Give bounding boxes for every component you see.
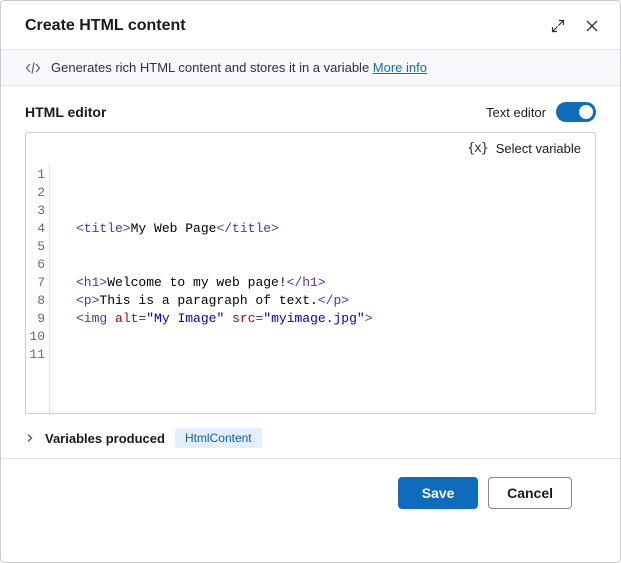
line-number: 9: [26, 310, 45, 328]
code-line: <img alt="My Image" src="myimage.jpg">: [68, 310, 595, 328]
code-line: [68, 184, 595, 202]
code-line: [68, 346, 595, 364]
infobar-text: Generates rich HTML content and stores i…: [51, 60, 427, 75]
dialog: Create HTML content: [0, 0, 621, 563]
select-variable-label: Select variable: [496, 141, 581, 156]
line-number: 7: [26, 274, 45, 292]
code-line: [68, 202, 595, 220]
text-editor-toggle-row: Text editor: [486, 102, 596, 122]
line-number: 3: [26, 202, 45, 220]
line-number: 11: [26, 346, 45, 364]
dialog-title: Create HTML content: [25, 17, 550, 35]
cancel-button[interactable]: Cancel: [488, 477, 572, 509]
code-editor[interactable]: 1234567891011 <title>My Web Page</title>…: [26, 164, 595, 413]
footer: Save Cancel: [25, 459, 596, 527]
infobar-desc: Generates rich HTML content and stores i…: [51, 60, 373, 75]
infobar: Generates rich HTML content and stores i…: [1, 49, 620, 86]
line-number: 4: [26, 220, 45, 238]
variables-produced-label: Variables produced: [45, 431, 165, 446]
code-icon: [25, 61, 41, 75]
line-number: 5: [26, 238, 45, 256]
code-line: [68, 238, 595, 256]
code-content[interactable]: <title>My Web Page</title> <h1>Welcome t…: [50, 164, 595, 413]
save-button[interactable]: Save: [398, 477, 478, 509]
dialog-body: HTML editor Text editor {x} Select varia…: [1, 86, 620, 562]
line-number: 2: [26, 184, 45, 202]
line-number: 1: [26, 166, 45, 184]
variables-produced-row: Variables produced HtmlContent: [25, 414, 596, 458]
line-number: 6: [26, 256, 45, 274]
line-number: 8: [26, 292, 45, 310]
line-gutter: 1234567891011: [26, 164, 50, 413]
variable-icon: {x}: [467, 141, 487, 156]
code-line: [68, 256, 595, 274]
code-line: [68, 166, 595, 184]
code-line: <title>My Web Page</title>: [68, 220, 595, 238]
titlebar: Create HTML content: [1, 1, 620, 49]
code-line: <p>This is a paragraph of text.</p>: [68, 292, 595, 310]
code-line: [68, 328, 595, 346]
editor-label: HTML editor: [25, 104, 486, 120]
code-line: <h1>Welcome to my web page!</h1>: [68, 274, 595, 292]
more-info-link[interactable]: More info: [373, 60, 427, 75]
expand-icon[interactable]: [550, 18, 566, 34]
chevron-right-icon[interactable]: [25, 433, 35, 443]
select-variable-button[interactable]: {x} Select variable: [26, 133, 595, 164]
editor-box: {x} Select variable 1234567891011 <title…: [25, 132, 596, 414]
variable-chip[interactable]: HtmlContent: [175, 428, 262, 448]
text-editor-toggle[interactable]: [556, 102, 596, 122]
close-icon[interactable]: [584, 18, 600, 34]
titlebar-actions: [550, 18, 600, 34]
editor-header: HTML editor Text editor: [25, 102, 596, 122]
text-editor-toggle-label: Text editor: [486, 105, 546, 120]
line-number: 10: [26, 328, 45, 346]
